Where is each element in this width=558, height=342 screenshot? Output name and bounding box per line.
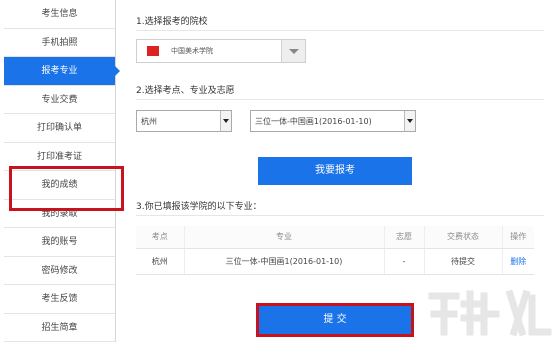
sidebar-item-phone-photo[interactable]: 手机拍照	[4, 29, 115, 57]
step3-title: 3.你已填报该学院的以下专业：	[136, 202, 262, 212]
table-row: 杭州 三位一体-中国画1(2016-01-10) - 待提交 删除	[136, 248, 534, 275]
divider	[136, 215, 544, 216]
submit-button[interactable]: 提 交	[259, 306, 411, 334]
column-header-major: 专业	[183, 226, 384, 249]
column-header-payment-status: 交费状态	[423, 226, 502, 249]
cell-major: 三位一体-中国画1(2016-01-10)	[183, 248, 384, 275]
chevron-down-icon[interactable]	[220, 111, 231, 131]
exam-site-value: 杭州	[141, 117, 157, 126]
cell-preference: -	[383, 248, 424, 275]
column-header-site: 考点	[136, 226, 184, 249]
applied-majors-table: 考点 专业 志愿 交费状态 操作 杭州 三位一体-中国画1(2016-01-10…	[136, 226, 534, 275]
exam-site-select[interactable]: 杭州	[136, 110, 232, 132]
cell-action: 删除	[501, 248, 534, 275]
school-select-button[interactable]	[281, 40, 305, 62]
sidebar-item-apply-major[interactable]: 报考专业	[4, 57, 120, 86]
divider	[136, 30, 544, 31]
sidebar-item-feedback[interactable]: 考生反馈	[4, 285, 115, 314]
delete-link[interactable]: 删除	[510, 257, 526, 266]
sidebar-item-my-account[interactable]: 我的账号	[4, 228, 115, 257]
cell-site: 杭州	[136, 248, 184, 275]
apply-button[interactable]: 我要报考	[258, 157, 412, 185]
school-logo-icon	[147, 46, 159, 56]
school-select[interactable]: 中国美术学院	[136, 39, 306, 63]
column-header-action: 操作	[501, 226, 534, 249]
major-select-value: 三位一体-中国画1(2016-01-10)	[255, 117, 372, 126]
column-header-preference: 志愿	[383, 226, 424, 249]
chevron-down-icon	[289, 49, 299, 54]
table-header-row: 考点 专业 志愿 交费状态 操作	[136, 226, 534, 249]
step2-title: 2.选择考点、专业及志愿	[136, 86, 235, 96]
highlight-box-my-scores	[9, 166, 124, 211]
sidebar-item-admission-guide[interactable]: 招生简章	[4, 314, 115, 342]
chevron-down-icon[interactable]	[404, 111, 415, 131]
step1-title: 1.选择报考的院校	[136, 17, 208, 27]
sidebar-item-major-payment[interactable]: 专业交费	[4, 86, 115, 114]
sidebar-item-print-confirmation[interactable]: 打印确认单	[4, 114, 115, 143]
sidebar-item-student-info[interactable]: 考生信息	[4, 0, 115, 29]
school-select-value: 中国美术学院	[171, 47, 213, 55]
watermark-logo-icon	[428, 289, 552, 337]
sidebar-item-change-password[interactable]: 密码修改	[4, 257, 115, 285]
highlight-box-submit: 提 交	[256, 303, 414, 337]
divider	[136, 99, 544, 100]
major-select[interactable]: 三位一体-中国画1(2016-01-10)	[250, 110, 416, 132]
cell-payment-status: 待提交	[423, 248, 502, 275]
